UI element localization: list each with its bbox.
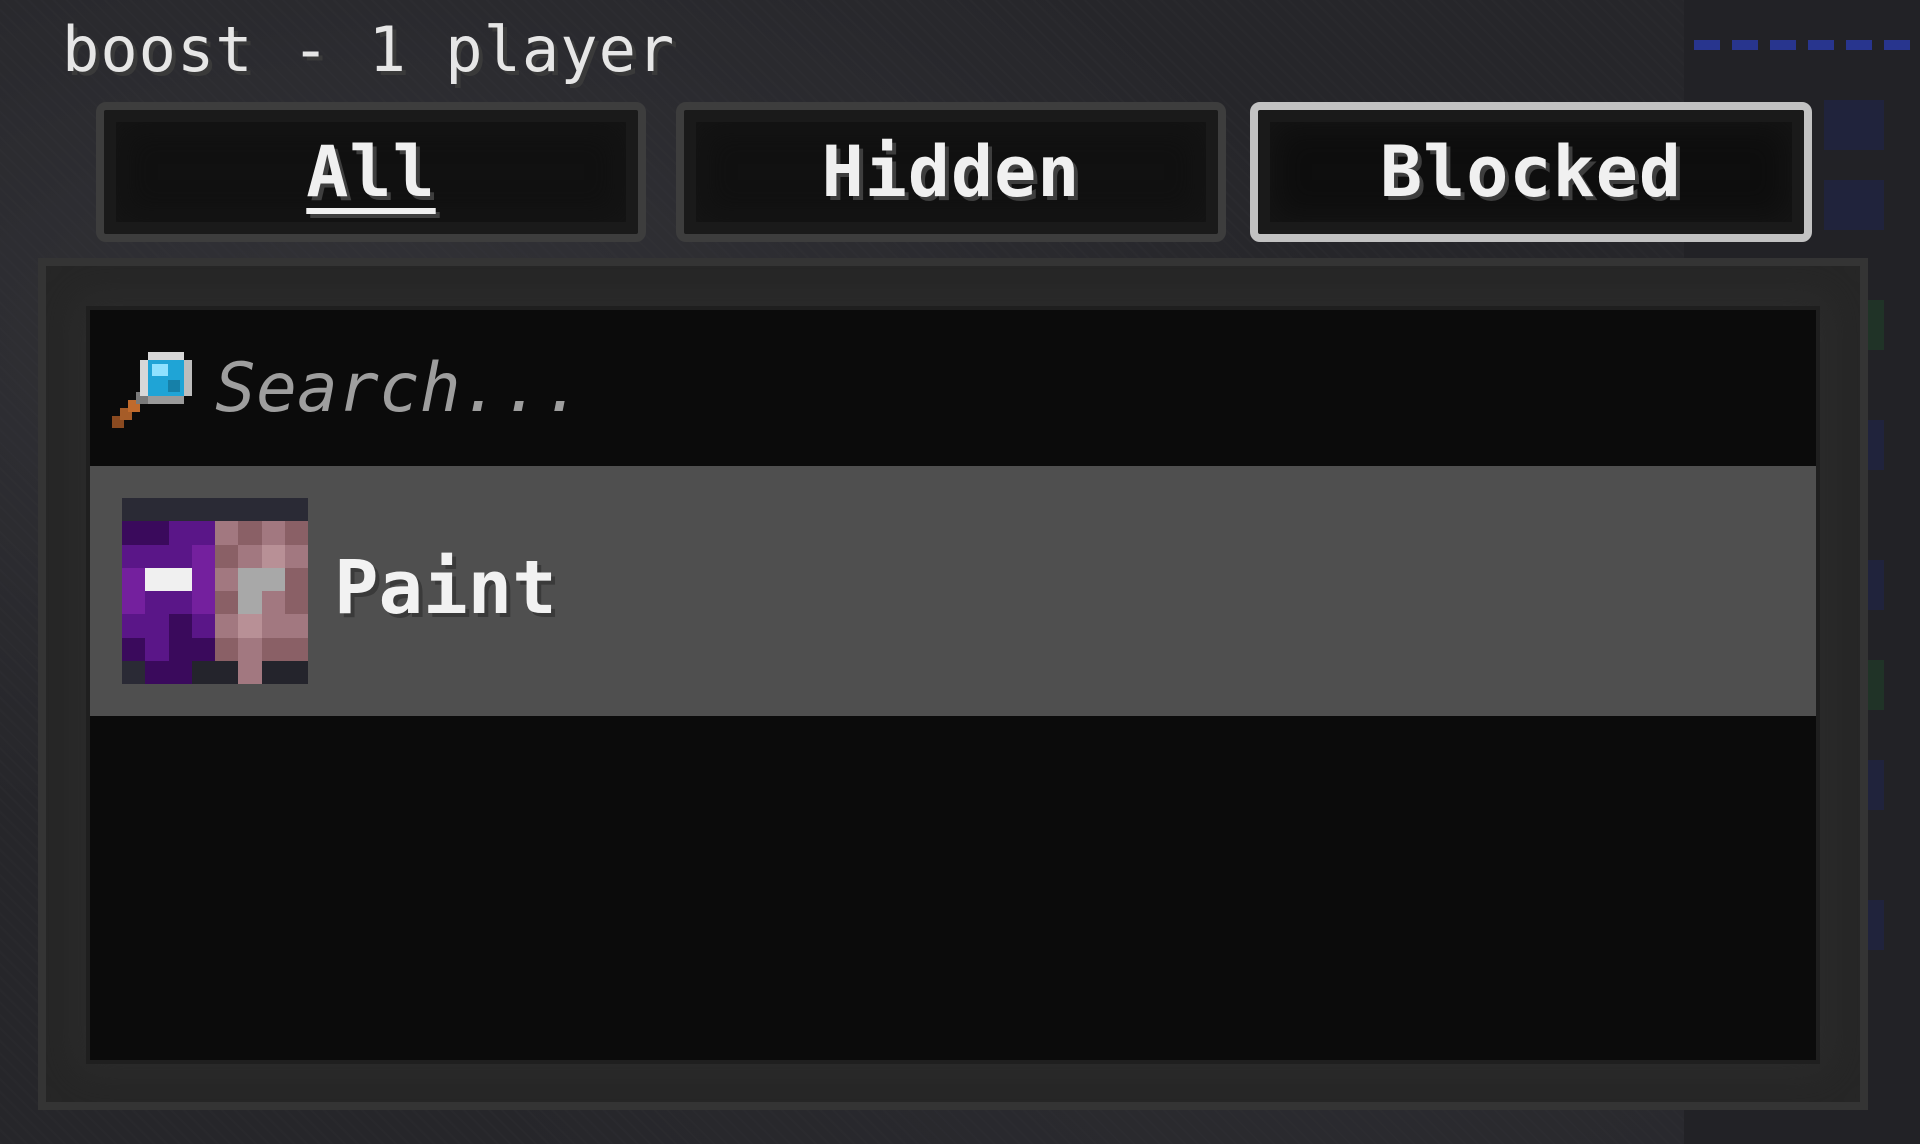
avatar-pixel <box>215 614 239 638</box>
avatar-pixel <box>261 637 285 661</box>
avatar-pixel <box>145 614 169 638</box>
avatar-pixel <box>168 567 192 591</box>
avatar-pixel <box>145 567 169 591</box>
avatar-pixel <box>145 660 169 684</box>
avatar-pixel <box>261 498 285 522</box>
avatar-pixel <box>238 544 262 568</box>
avatar-pixel <box>215 637 239 661</box>
avatar-pixel <box>261 521 285 545</box>
avatar-pixel <box>191 614 215 638</box>
tab-hidden-label: Hidden <box>821 131 1081 213</box>
avatar-pixel <box>145 521 169 545</box>
avatar-pixel <box>261 614 285 638</box>
avatar-pixel <box>191 591 215 615</box>
server-player-count-title: boost - 1 player <box>62 13 676 86</box>
avatar-pixel <box>284 544 308 568</box>
avatar-pixel <box>215 498 239 522</box>
avatar-pixel <box>215 660 239 684</box>
tab-hidden[interactable]: Hidden <box>676 102 1226 242</box>
avatar-pixel <box>191 660 215 684</box>
avatar-pixel <box>168 660 192 684</box>
search-input[interactable] <box>215 346 1715 430</box>
background-text-block <box>1824 100 1884 150</box>
avatar-pixel <box>122 614 146 638</box>
player-name: Paint <box>334 545 557 631</box>
avatar-pixel <box>261 567 285 591</box>
avatar-pixel <box>215 591 239 615</box>
avatar-pixel <box>215 567 239 591</box>
avatar-pixel <box>145 591 169 615</box>
background-dashes <box>1694 40 1914 50</box>
avatar-pixel <box>238 498 262 522</box>
avatar-pixel <box>168 614 192 638</box>
avatar-pixel <box>168 544 192 568</box>
avatar-pixel <box>122 567 146 591</box>
magnifying-glass-icon <box>112 352 192 428</box>
avatar-pixel <box>284 614 308 638</box>
avatar-pixel <box>122 637 146 661</box>
avatar-pixel <box>238 660 262 684</box>
avatar-pixel <box>261 660 285 684</box>
avatar-pixel <box>238 637 262 661</box>
avatar-pixel <box>284 521 308 545</box>
player-row-paint[interactable]: Paint <box>90 466 1816 716</box>
avatar-pixel <box>122 591 146 615</box>
tab-blocked-label: Blocked <box>1379 131 1682 213</box>
avatar-pixel <box>191 567 215 591</box>
avatar-pixel <box>238 614 262 638</box>
avatar-pixel <box>191 544 215 568</box>
avatar-pixel <box>261 544 285 568</box>
avatar-pixel <box>122 498 146 522</box>
tab-all-label: All <box>306 131 436 213</box>
avatar-pixel <box>215 544 239 568</box>
avatar-pixel <box>284 498 308 522</box>
avatar-pixel <box>122 544 146 568</box>
avatar-pixel <box>284 567 308 591</box>
search-bar <box>90 310 1816 465</box>
avatar-pixel <box>215 521 239 545</box>
avatar-pixel <box>238 591 262 615</box>
avatar-pixel <box>122 660 146 684</box>
avatar-pixel <box>145 498 169 522</box>
avatar-pixel <box>261 591 285 615</box>
avatar-pixel <box>191 498 215 522</box>
background-text-block <box>1824 180 1884 230</box>
avatar-pixel <box>191 637 215 661</box>
avatar-pixel <box>168 637 192 661</box>
avatar-pixel <box>145 637 169 661</box>
tab-blocked[interactable]: Blocked <box>1250 102 1812 242</box>
avatar-pixel <box>284 660 308 684</box>
tab-all[interactable]: All <box>96 102 646 242</box>
avatar-pixel <box>145 544 169 568</box>
avatar-pixel <box>238 567 262 591</box>
avatar-pixel <box>191 521 215 545</box>
avatar-pixel <box>168 498 192 522</box>
avatar-pixel <box>168 521 192 545</box>
player-head-avatar <box>122 498 308 684</box>
avatar-pixel <box>122 521 146 545</box>
avatar-pixel <box>284 591 308 615</box>
avatar-pixel <box>168 591 192 615</box>
avatar-pixel <box>284 637 308 661</box>
avatar-pixel <box>238 521 262 545</box>
